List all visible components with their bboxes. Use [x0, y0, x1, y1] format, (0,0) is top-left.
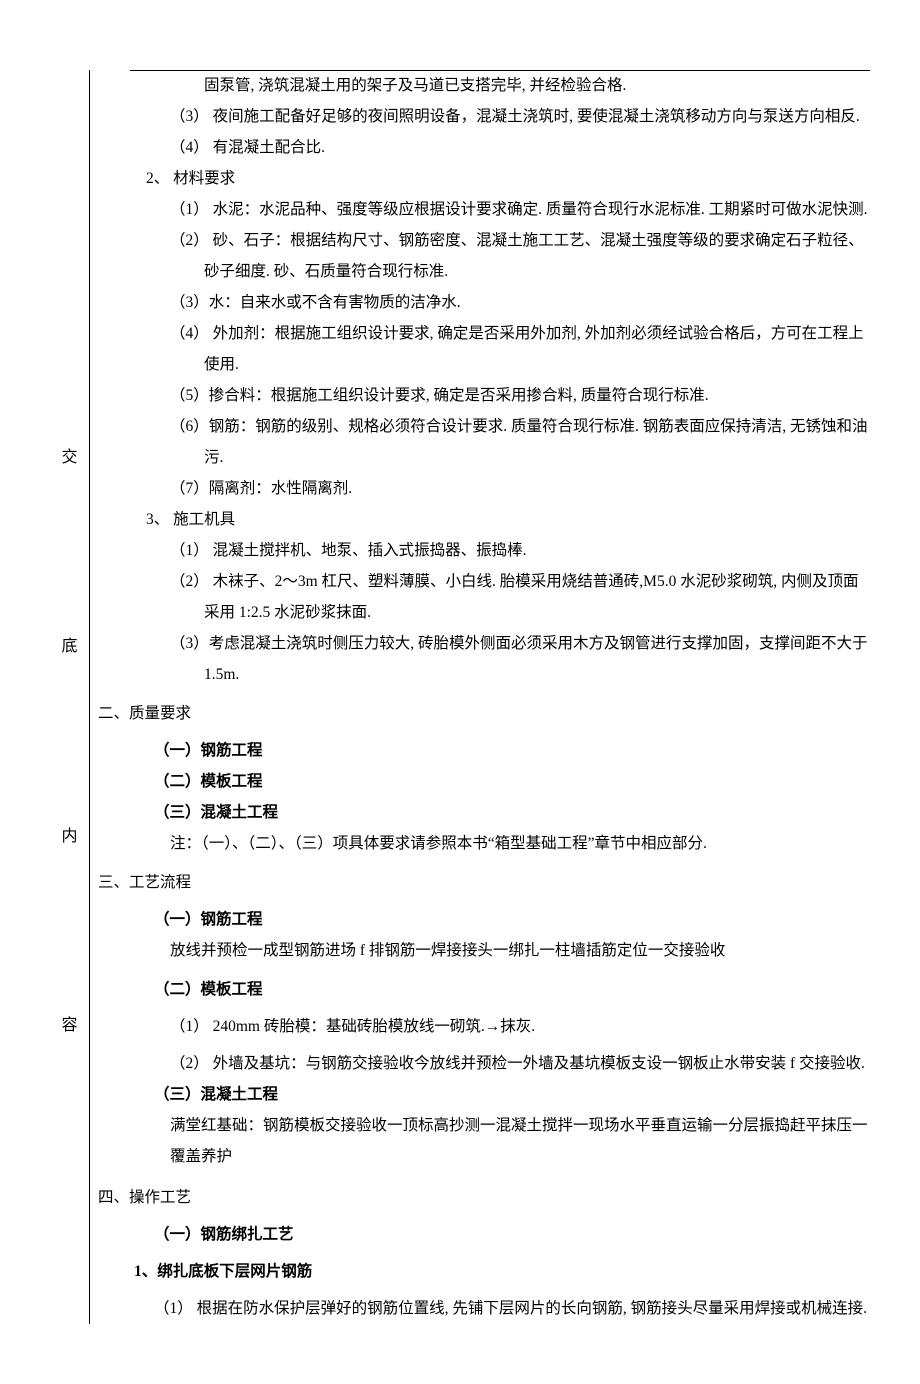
qual-note: 注：（一）、（二）、（三）项具体要求请参照本书“箱型基础工程”章节中相应部分. — [170, 828, 870, 859]
proc-item-1: （1） 240mm 砖胎模：基础砖胎模放线一砌筑.→抹灰. — [170, 1011, 870, 1042]
mach-item-1: （1） 混凝土搅拌机、地泵、插入式振捣器、振捣棒. — [170, 535, 870, 566]
proc-sub-1: （一）钢筋工程 — [154, 904, 870, 935]
proc-line-1: 放线并预检一成型钢筋进场 f 排钢筋一焊接接头一绑扎一柱墙插筋定位一交接验收 — [170, 935, 870, 966]
top-item-4: （4） 有混凝土配合比. — [170, 132, 870, 163]
mach-item-2: （2） 木袜子、2～3m 杠尺、塑料薄膜、小白线. 胎模采用烧结普通砖,M5.0… — [170, 566, 870, 628]
qual-sub-1: （一）钢筋工程 — [154, 735, 870, 766]
op-sub-1-1: 1、绑扎底板下层网片钢筋 — [134, 1256, 870, 1287]
section-3-heading: 三、工艺流程 — [98, 867, 870, 898]
qual-sub-2: （二）模板工程 — [154, 766, 870, 797]
section-4-heading: 四、操作工艺 — [98, 1182, 870, 1213]
vertical-label-column: 交 底 内 容 — [50, 70, 90, 1324]
sidebar-char-1: 交 — [61, 450, 77, 466]
proc-line-3: 满堂红基础：钢筋模板交接验收一顶标高抄测一混凝土搅拌一现场水平垂直运输一分层振捣… — [170, 1110, 870, 1172]
mach-item-3: （3）考虑混凝土浇筑时侧压力较大, 砖胎模外侧面必须采用木方及钢管进行支撑加固，… — [170, 628, 870, 690]
op-sub-1: （一）钢筋绑扎工艺 — [154, 1219, 870, 1250]
machinery-heading: 3、 施工机具 — [146, 504, 870, 535]
mat-item-3: （3）水：自来水或不含有害物质的洁净水. — [170, 287, 870, 318]
proc-item-2: （2） 外墙及基坑：与钢筋交接验收今放线并预检一外墙及基坑模板支设一钢板止水带安… — [170, 1048, 870, 1079]
mat-item-5: （5）掺合料：根据施工组织设计要求, 确定是否采用掺合料, 质量符合现行标准. — [170, 380, 870, 411]
op-item-1: （1） 根据在防水保护层弹好的钢筋位置线, 先铺下层网片的长向钢筋, 钢筋接头尽… — [154, 1293, 870, 1324]
cont-line-1: 固泵管, 浇筑混凝土用的架子及马道已支搭完毕, 并经检验合格. — [170, 70, 870, 101]
proc-sub-2: （二）模板工程 — [154, 974, 870, 1005]
mat-item-6: （6）钢筋：钢筋的级别、规格必须符合设计要求. 质量符合现行标准. 钢筋表面应保… — [170, 411, 870, 473]
top-item-3: （3） 夜间施工配备好足够的夜间照明设备，混凝土浇筑时, 要使混凝土浇筑移动方向… — [170, 101, 870, 132]
materials-heading: 2、 材料要求 — [146, 163, 870, 194]
mat-item-4: （4） 外加剂：根据施工组织设计要求, 确定是否采用外加剂, 外加剂必须经试验合… — [170, 318, 870, 380]
proc-sub-3: （三）混凝土工程 — [154, 1079, 870, 1110]
qual-sub-3: （三）混凝土工程 — [154, 797, 870, 828]
sidebar-char-3: 内 — [61, 829, 77, 845]
document-body: 固泵管, 浇筑混凝土用的架子及马道已支搭完毕, 并经检验合格. （3） 夜间施工… — [90, 70, 870, 1324]
section-2-heading: 二、质量要求 — [98, 698, 870, 729]
mat-item-7: （7）隔离剂：水性隔离剂. — [170, 473, 870, 504]
sidebar-char-4: 容 — [61, 1018, 77, 1034]
mat-item-2: （2） 砂、石子：根据结构尺寸、钢筋密度、混凝土施工工艺、混凝土强度等级的要求确… — [170, 225, 870, 287]
mat-item-1: （1） 水泥：水泥品种、强度等级应根据设计要求确定. 质量符合现行水泥标准. 工… — [170, 194, 870, 225]
top-rule — [130, 70, 870, 71]
sidebar-char-2: 底 — [61, 639, 77, 655]
